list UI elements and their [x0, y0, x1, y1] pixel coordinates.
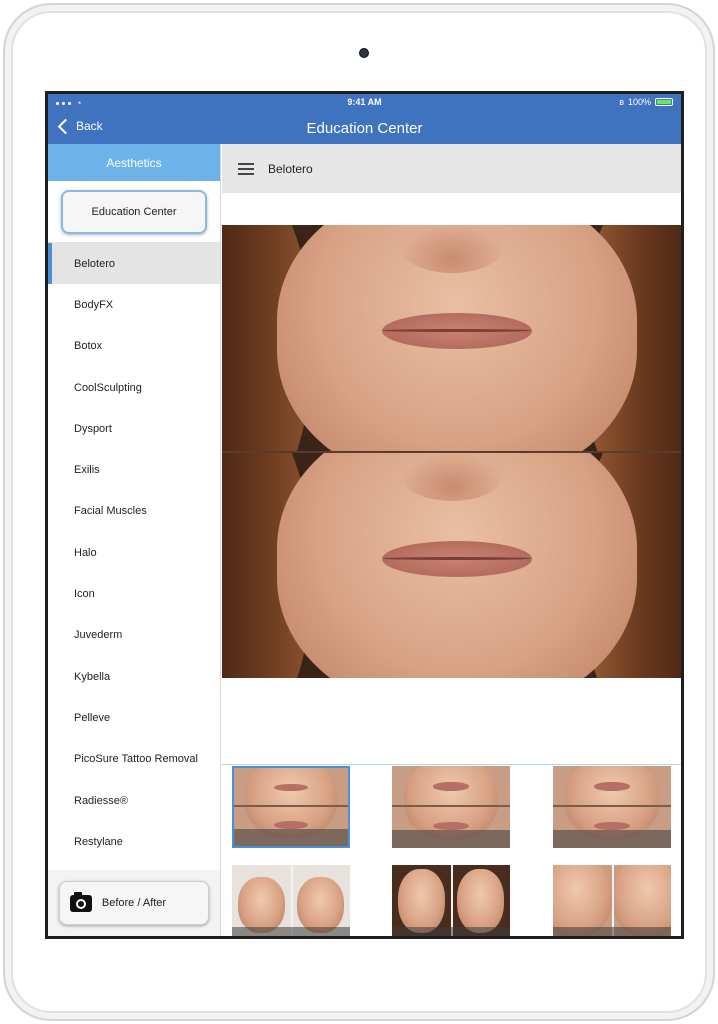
ipad-frame: ◔ 9:41 AM ʙ 100% Back Education Center A…	[3, 3, 715, 1021]
after-photo	[222, 453, 681, 678]
sidebar: Aesthetics Education Center Belotero Bod…	[48, 144, 221, 936]
thumbnail-6[interactable]	[553, 865, 671, 936]
before-after-label: Before / After	[101, 897, 167, 909]
sidebar-item-botox[interactable]: Botox	[48, 326, 220, 367]
sidebar-item-belotero[interactable]: Belotero	[48, 243, 220, 285]
thumbnail-2[interactable]	[392, 766, 510, 848]
before-photo	[222, 225, 681, 451]
sidebar-item-coolsculpting[interactable]: CoolSculpting	[48, 367, 220, 408]
battery-status: ʙ 100%	[619, 97, 673, 107]
before-after-area: Before / After	[48, 870, 220, 936]
bluetooth-icon: ʙ	[619, 97, 624, 107]
content-title: Belotero	[268, 161, 313, 176]
sidebar-item-picosure[interactable]: PicoSure Tattoo Removal	[48, 739, 220, 780]
sidebar-item-exilis[interactable]: Exilis	[48, 449, 220, 490]
camera-icon	[70, 892, 92, 912]
sidebar-item-halo[interactable]: Halo	[48, 532, 220, 573]
thumbnail-4[interactable]	[232, 865, 350, 936]
thumbnail-grid	[222, 764, 681, 936]
status-bar: ◔ 9:41 AM ʙ 100%	[48, 94, 681, 112]
front-camera	[359, 48, 369, 58]
page-title: Education Center	[306, 120, 423, 137]
sidebar-item-pelleve[interactable]: Pelleve	[48, 697, 220, 738]
sidebar-item-facial-muscles[interactable]: Facial Muscles	[48, 491, 220, 532]
sidebar-item-restylane[interactable]: Restylane	[48, 821, 220, 862]
content-header: Belotero	[222, 144, 681, 193]
sidebar-top-button-area: Education Center	[48, 181, 220, 243]
sidebar-item-bodyfx[interactable]: BodyFX	[48, 284, 220, 325]
education-center-button[interactable]: Education Center	[61, 189, 207, 234]
sidebar-item-icon[interactable]: Icon	[48, 573, 220, 614]
sidebar-list: Belotero BodyFX Botox CoolSculpting Dysp…	[48, 243, 220, 862]
status-time: 9:41 AM	[347, 97, 382, 107]
before-after-image	[222, 225, 681, 678]
thumbnail-3[interactable]	[553, 766, 671, 848]
sidebar-header: Aesthetics	[48, 144, 220, 181]
screen: ◔ 9:41 AM ʙ 100% Back Education Center A…	[45, 91, 684, 939]
thumbnail-5[interactable]	[392, 865, 510, 936]
sidebar-item-radiesse[interactable]: Radiesse®	[48, 780, 220, 821]
thumbnail-1[interactable]	[232, 766, 350, 848]
sidebar-item-dysport[interactable]: Dysport	[48, 408, 220, 449]
sidebar-item-juvederm[interactable]: Juvederm	[48, 615, 220, 656]
battery-percent: 100%	[627, 97, 651, 107]
before-after-button[interactable]: Before / After	[59, 881, 209, 925]
hamburger-icon[interactable]	[238, 162, 254, 175]
main-content: Belotero	[222, 144, 681, 936]
sidebar-item-kybella[interactable]: Kybella	[48, 656, 220, 697]
battery-icon	[655, 98, 673, 106]
navigation-bar: Back Education Center	[48, 112, 681, 144]
